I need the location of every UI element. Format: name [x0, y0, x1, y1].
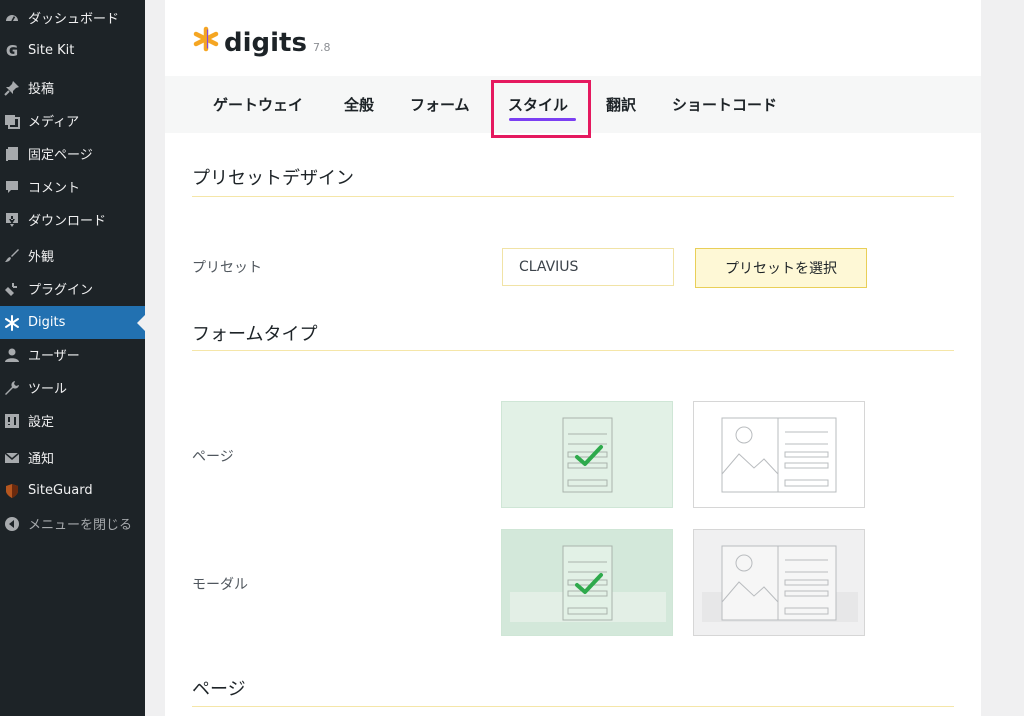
tab-label: スタイル [508, 96, 569, 114]
tab-label: ショートコード [672, 96, 778, 114]
sidebar-item-comments[interactable]: コメント [0, 170, 145, 203]
preset-value: CLAVIUS [519, 259, 579, 275]
pin-icon [3, 79, 21, 97]
brush-icon [3, 247, 21, 265]
sidebar-item-site-kit[interactable]: G Site Kit [0, 34, 145, 67]
sidebar-item-label: コメント [28, 181, 81, 196]
tab-label: 全般 [344, 96, 375, 114]
sidebar-item-label: プラグイン [28, 283, 94, 298]
sidebar-item-label: ユーザー [28, 349, 80, 364]
page-single-column-option[interactable] [501, 401, 673, 508]
modal-two-column-option[interactable] [693, 529, 865, 636]
sidebar-item-label: ダウンロード [28, 214, 107, 229]
brand-header: digits 7.8 [192, 26, 330, 56]
sidebar-item-pages[interactable]: 固定ページ [0, 137, 145, 170]
form-type-heading: フォームタイプ [192, 324, 318, 345]
plugin-icon [3, 280, 21, 298]
page-type-label: ページ [192, 449, 234, 465]
tab-general[interactable]: 全般 [344, 76, 374, 133]
collapse-icon [3, 515, 21, 533]
tab-label: 翻訳 [606, 96, 637, 114]
sidebar-item-tools[interactable]: ツール [0, 371, 145, 404]
sidebar-item-label: Site Kit [28, 43, 75, 58]
tab-style[interactable]: スタイル [500, 76, 588, 133]
modal-single-column-option[interactable] [501, 529, 673, 636]
sidebar-item-label: メディア [28, 115, 80, 130]
media-icon [3, 112, 21, 130]
settings-tabbar: ゲートウェイ 全般 フォーム スタイル 翻訳 ショートコード [165, 76, 981, 133]
sidebar-item-label: 外観 [28, 250, 55, 265]
preset-field[interactable]: CLAVIUS [502, 248, 674, 286]
sidebar-item-label: Digits [28, 315, 66, 330]
sidebar-item-label: SiteGuard [28, 483, 93, 498]
download-icon [3, 211, 21, 229]
sidebar-item-media[interactable]: メディア [0, 104, 145, 137]
sidebar-item-settings[interactable]: 設定 [0, 404, 145, 437]
sidebar-item-label: 投稿 [28, 82, 55, 97]
wrench-icon [3, 379, 21, 397]
sidebar-item-appearance[interactable]: 外観 [0, 239, 145, 272]
sidebar-item-label: ダッシュボード [28, 12, 120, 27]
sidebar-item-digits[interactable]: Digits [0, 306, 145, 339]
settings-panel: digits 7.8 ゲートウェイ 全般 フォーム スタイル 翻訳 ショートコー… [165, 0, 981, 716]
collapse-menu-button[interactable]: メニューを閉じる [0, 507, 145, 540]
select-preset-label: プリセットを選択 [725, 261, 837, 277]
brand-name: digits [224, 28, 307, 58]
modal-type-label: モーダル [192, 577, 248, 593]
preset-design-heading: プリセットデザイン [192, 168, 354, 189]
section-divider [192, 196, 954, 197]
sidebar-item-plugins[interactable]: プラグイン [0, 272, 145, 305]
sidebar-item-dashboard[interactable]: ダッシュボード [0, 1, 145, 34]
preset-label: プリセット [192, 260, 262, 276]
tab-translation[interactable]: 翻訳 [606, 76, 636, 133]
section-divider [192, 350, 954, 351]
shield-icon [3, 482, 21, 500]
sidebar-item-label: 通知 [28, 452, 55, 467]
tab-shortcode[interactable]: ショートコード [672, 76, 777, 133]
sidebar-item-notifications[interactable]: 通知 [0, 441, 145, 474]
tab-gateway[interactable]: ゲートウェイ [213, 76, 303, 133]
section-divider [192, 706, 954, 707]
page-section-heading: ページ [192, 679, 246, 700]
select-preset-button[interactable]: プリセットを選択 [695, 248, 867, 288]
sidebar-item-downloads[interactable]: ダウンロード [0, 203, 145, 236]
user-icon [3, 346, 21, 364]
sidebar-item-label: 固定ページ [28, 148, 93, 163]
digits-logo-icon [192, 26, 220, 56]
tab-label: ゲートウェイ [213, 96, 304, 114]
comment-icon [3, 178, 21, 196]
digits-asterisk-icon [3, 314, 21, 332]
version-label: 7.8 [312, 41, 331, 54]
admin-sidebar: ダッシュボード G Site Kit 投稿 メディア 固定ページ コメント ダウ… [0, 0, 145, 716]
check-icon [575, 445, 603, 466]
mail-icon [3, 449, 21, 467]
sidebar-item-label: ツール [28, 382, 68, 397]
settings-icon [3, 412, 21, 430]
page-icon [3, 145, 21, 163]
page-two-column-option[interactable] [693, 401, 865, 508]
sidebar-item-users[interactable]: ユーザー [0, 338, 145, 371]
sidebar-item-siteguard[interactable]: SiteGuard [0, 474, 145, 507]
dashboard-icon [3, 9, 21, 27]
sidebar-item-label: メニューを閉じる [28, 518, 133, 533]
sidebar-item-label: 設定 [28, 415, 55, 430]
sidebar-item-posts[interactable]: 投稿 [0, 71, 145, 104]
tab-label: フォーム [410, 96, 470, 114]
google-g-icon: G [5, 41, 19, 60]
tab-form[interactable]: フォーム [410, 76, 470, 133]
